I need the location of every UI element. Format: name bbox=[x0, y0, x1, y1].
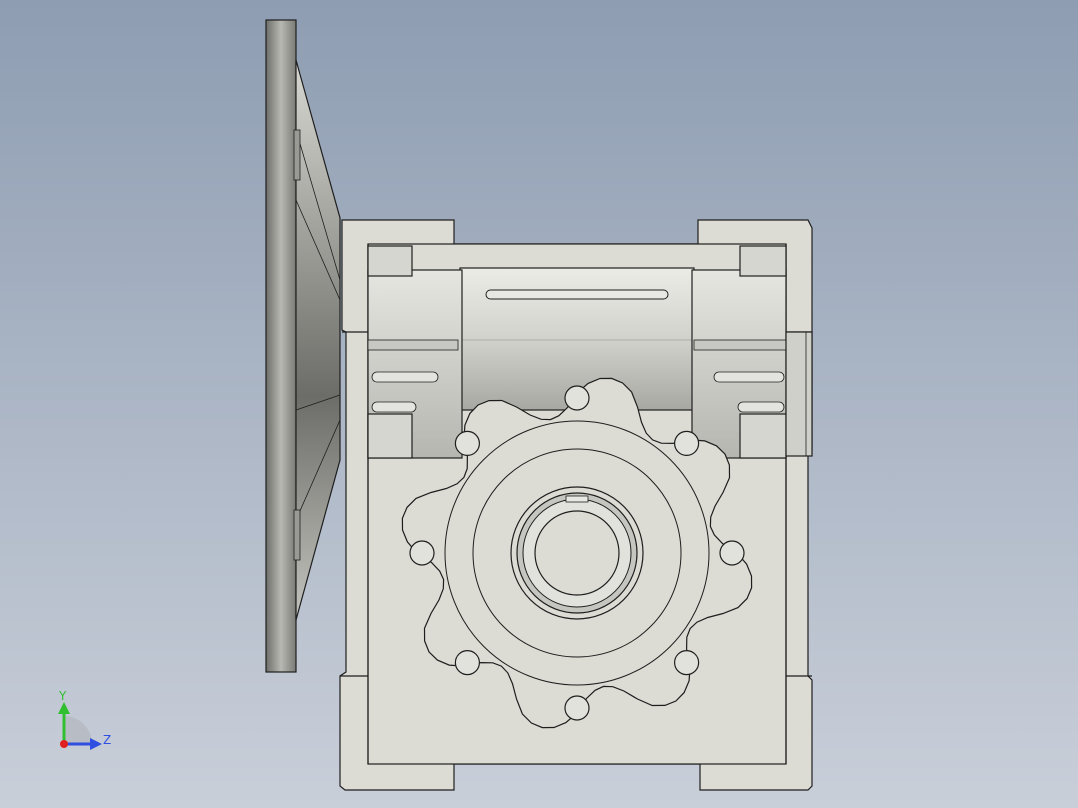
bolt-hole bbox=[673, 430, 700, 456]
triad-z-label: Z bbox=[103, 733, 111, 747]
cad-viewport[interactable]: Y Z bbox=[0, 0, 1078, 808]
bolt-hole bbox=[564, 385, 590, 411]
bolt-hole bbox=[719, 540, 745, 566]
bolt-hole bbox=[454, 430, 480, 456]
bolt-hole bbox=[564, 695, 590, 721]
bolt-hole bbox=[673, 649, 700, 676]
triad-x-axis-dot bbox=[60, 740, 68, 748]
bearing-left[interactable] bbox=[367, 245, 463, 459]
cad-canvas[interactable]: Y Z bbox=[0, 0, 1078, 808]
bolt-hole bbox=[409, 540, 435, 566]
triad-y-label: Y bbox=[58, 689, 67, 703]
bolt-hole bbox=[454, 649, 480, 676]
